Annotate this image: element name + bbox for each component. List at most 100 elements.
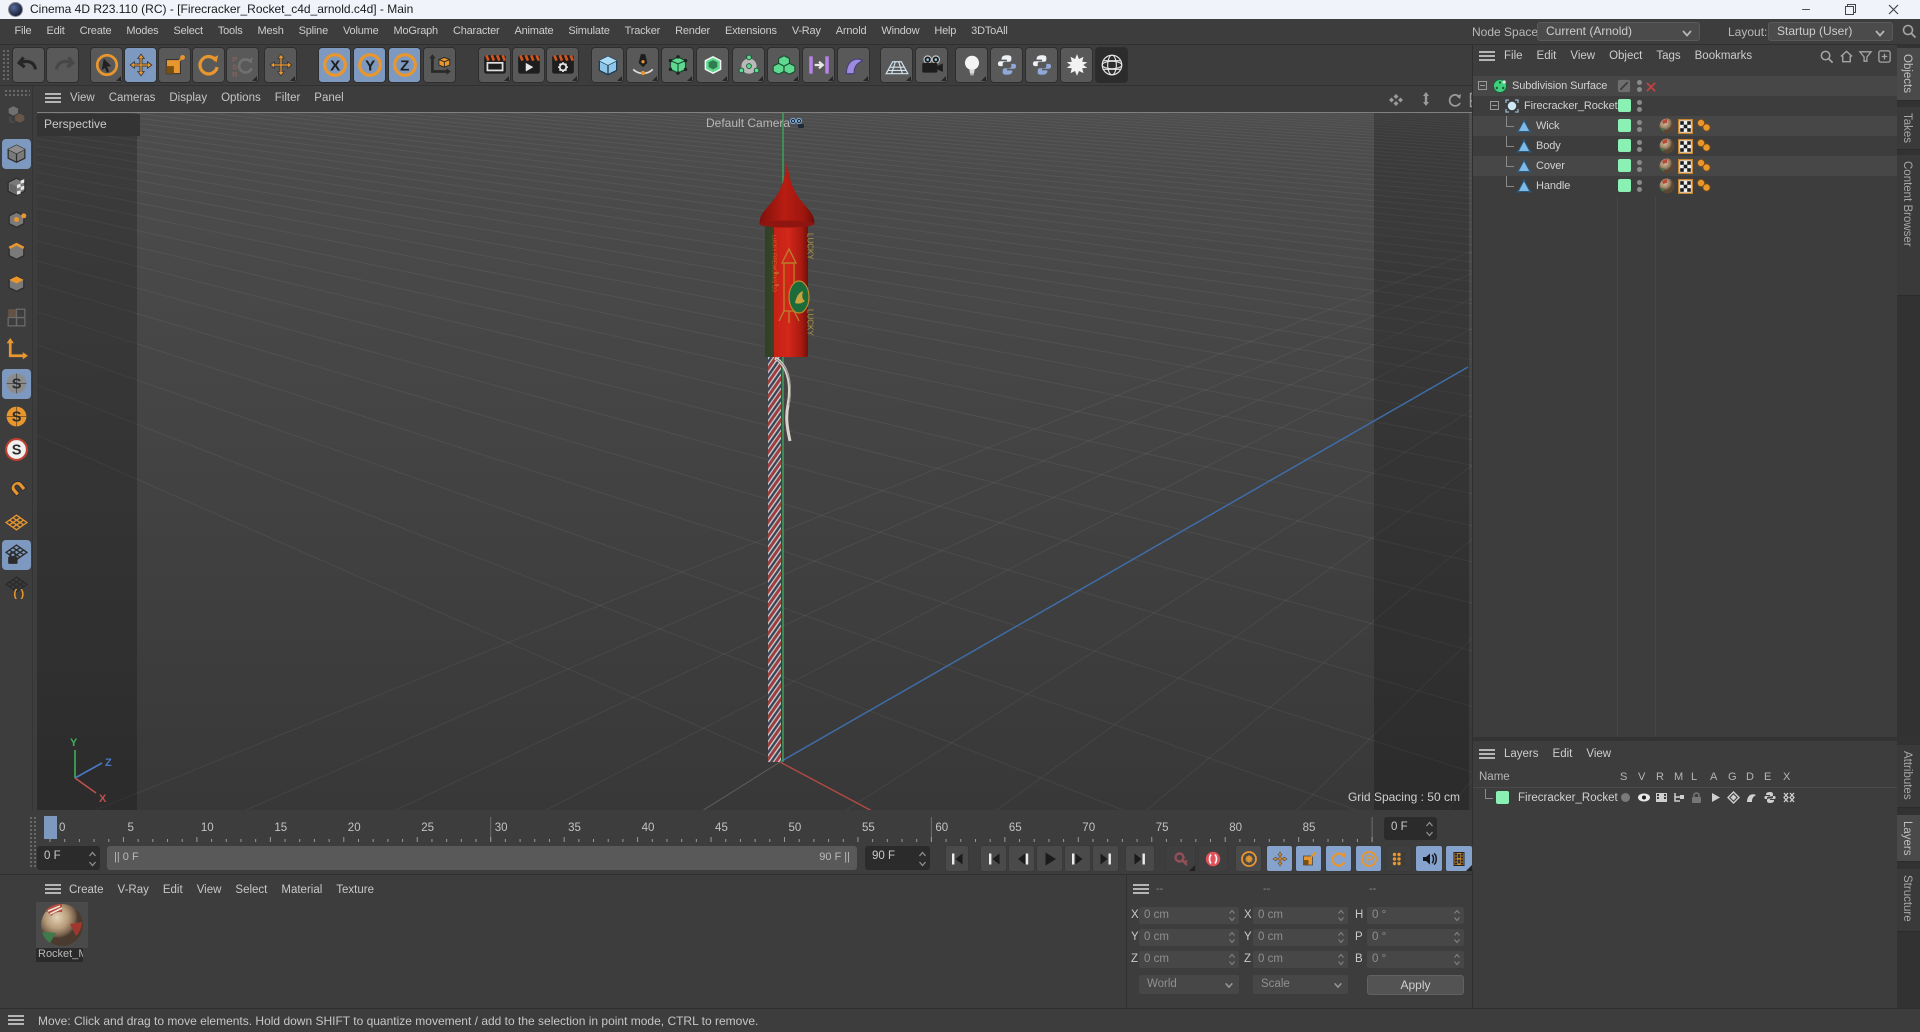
coord-field-y-0[interactable]: 0 cm (1139, 929, 1239, 946)
menu-edit[interactable]: Edit (39, 19, 72, 37)
menu-tools[interactable]: Tools (210, 19, 250, 37)
menu-volume[interactable]: Volume (336, 19, 387, 37)
om-menu-object[interactable]: Object (1602, 45, 1649, 62)
materials-menu-icon[interactable] (45, 884, 61, 895)
menu-window[interactable]: Window (874, 19, 927, 37)
rotate-button[interactable] (192, 47, 225, 83)
coord-select-scale[interactable]: Scale (1253, 975, 1348, 994)
om-row-cover[interactable]: Cover (1473, 156, 1897, 176)
coord-select-world[interactable]: World (1139, 975, 1239, 994)
viewport-menu-options[interactable]: Options (214, 86, 268, 104)
om-menu-file[interactable]: File (1497, 45, 1530, 62)
sound-button[interactable] (1415, 845, 1443, 872)
apply-button[interactable]: Apply (1367, 975, 1464, 995)
material-tag-icon[interactable] (1659, 178, 1675, 199)
texture-mode-button[interactable] (2, 172, 31, 202)
menu-create[interactable]: Create (72, 19, 119, 37)
tab-structure[interactable]: Structure (1897, 869, 1920, 932)
viewport-menu-cameras[interactable]: Cameras (102, 86, 163, 104)
materials-menu-edit[interactable]: Edit (156, 878, 190, 896)
visibility-toggle[interactable] (1618, 119, 1631, 132)
expand-icon[interactable] (1490, 101, 1499, 110)
layers-menu-layers[interactable]: Layers (1497, 743, 1546, 760)
preview-range-bar[interactable]: || 0 F 90 F || (107, 846, 857, 870)
psr-button[interactable]: PSR (226, 47, 259, 83)
om-home-icon[interactable] (1839, 49, 1854, 69)
render-settings-button[interactable] (546, 47, 579, 83)
materials-menu-select[interactable]: Select (228, 878, 274, 896)
toolbar-drag-handle[interactable] (2, 49, 10, 81)
object-manager-menu-icon[interactable] (1479, 51, 1495, 62)
menu-select[interactable]: Select (166, 19, 210, 37)
layer-color-swatch[interactable] (1496, 791, 1509, 804)
key-rot-button[interactable] (1325, 845, 1352, 872)
coord-field-y-1[interactable]: 0 cm (1253, 929, 1348, 946)
menu-tracker[interactable]: Tracker (617, 19, 667, 37)
viewport-menu-display[interactable]: Display (162, 86, 214, 104)
layout-select[interactable]: Startup (User) (1768, 22, 1893, 41)
om-row-subdivision-surface[interactable]: Subdivision Surface (1473, 76, 1897, 96)
lyr-render-icon[interactable] (1655, 791, 1668, 809)
visibility-toggle[interactable] (1618, 159, 1631, 172)
current-frame-spinner[interactable]: 0 F (37, 846, 100, 870)
menu-3dtoall[interactable]: 3DToAll (964, 19, 1016, 37)
coord-field-x-1[interactable]: 0 cm (1253, 907, 1348, 924)
python-tag-button[interactable] (990, 47, 1023, 83)
pen-spline-button[interactable] (626, 47, 659, 83)
bend-deformer-button[interactable] (837, 47, 870, 83)
viewport-menu-view[interactable]: View (63, 86, 102, 104)
menu-arnold[interactable]: Arnold (828, 19, 874, 37)
undo-button[interactable] (12, 47, 45, 83)
viewport-menu-panel[interactable]: Panel (307, 86, 350, 104)
viewport-camera-label[interactable]: Default Camera (706, 116, 790, 130)
material-preview[interactable] (36, 902, 88, 948)
viewport-canvas[interactable]: LUCKY LUCKY LUCKY FIREWORKS CO Y Z X Per… (37, 112, 1472, 810)
coord-system-button[interactable] (423, 47, 456, 83)
cube-primitive-button[interactable] (591, 47, 624, 83)
model-mode-button[interactable] (2, 139, 31, 169)
play-button[interactable] (1036, 845, 1063, 872)
lyr-exp-icon[interactable] (1763, 791, 1776, 809)
materials-menu-view[interactable]: View (190, 878, 229, 896)
om-filter-icon[interactable] (1858, 49, 1873, 69)
menu-v-ray[interactable]: V-Ray (784, 19, 828, 37)
timeline-drag-handle[interactable] (29, 816, 36, 868)
scale-button[interactable] (158, 47, 191, 83)
subdivision-surface-button[interactable] (661, 47, 694, 83)
expand-icon[interactable] (1478, 81, 1487, 90)
snap-auto-button[interactable]: S (2, 435, 31, 465)
lyr-solo-icon[interactable] (1619, 791, 1632, 809)
menu-spline[interactable]: Spline (291, 19, 335, 37)
frame-spinner-right[interactable]: 0 F (1384, 817, 1437, 840)
status-menu-icon[interactable] (8, 1015, 24, 1026)
zoom-view-icon[interactable] (1418, 91, 1434, 112)
search-icon[interactable] (1901, 23, 1917, 44)
om-menu-bookmarks[interactable]: Bookmarks (1688, 45, 1760, 62)
points-mode-button[interactable] (2, 205, 31, 235)
convert-object-button[interactable] (2, 100, 31, 130)
end-frame-spinner[interactable]: 90 F (865, 846, 930, 870)
tab-objects[interactable]: Objects (1897, 48, 1920, 101)
materials-menu-texture[interactable]: Texture (329, 878, 381, 896)
tab-takes[interactable]: Takes (1897, 107, 1920, 150)
lyr-gen-icon[interactable] (1727, 791, 1740, 809)
om-search-icon[interactable] (1819, 49, 1834, 69)
axis-mode-button[interactable] (2, 335, 31, 365)
menu-animate[interactable]: Animate (507, 19, 561, 37)
skip-end-button[interactable] (1125, 845, 1155, 872)
close-button[interactable] (1872, 0, 1916, 19)
lyr-xref-icon[interactable] (1782, 791, 1795, 809)
key-record-button[interactable] (1165, 845, 1196, 872)
materials-menu-v-ray[interactable]: V-Ray (111, 878, 156, 896)
viewport-menu-icon[interactable] (45, 93, 61, 104)
visibility-toggle[interactable] (1618, 139, 1631, 152)
skip-start-button[interactable] (945, 845, 969, 872)
timeline-ruler[interactable]: 051015202530354045505560657075808590 (37, 815, 1389, 843)
lyr-def-icon[interactable] (1745, 791, 1758, 809)
lyr-view-icon[interactable] (1637, 791, 1650, 809)
menu-character[interactable]: Character (445, 19, 507, 37)
phong-tag-icon[interactable] (1696, 178, 1711, 197)
materials-menu-create[interactable]: Create (62, 878, 111, 896)
om-menu-view[interactable]: View (1563, 45, 1602, 62)
tweak-mode-button[interactable] (2, 302, 31, 332)
